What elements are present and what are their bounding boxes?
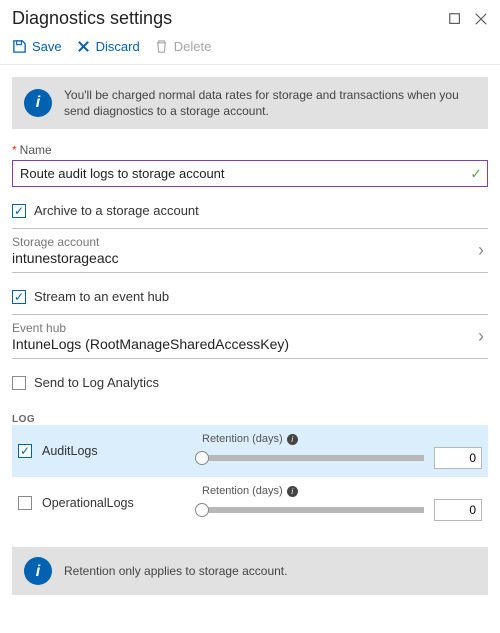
storage-picker-label: Storage account — [12, 235, 119, 249]
archive-checkbox-row[interactable]: ✓ Archive to a storage account — [12, 203, 488, 218]
info-icon[interactable]: i — [287, 486, 298, 497]
valid-check-icon: ✓ — [470, 165, 482, 182]
info-text-top: You'll be charged normal data rates for … — [64, 87, 476, 119]
restore-window-icon[interactable] — [448, 12, 462, 26]
retention-slider[interactable] — [202, 507, 424, 513]
retention-slider[interactable] — [202, 455, 424, 461]
log-analytics-checkbox-row[interactable]: Send to Log Analytics — [12, 375, 488, 390]
log-analytics-checkbox[interactable] — [12, 376, 26, 390]
log-row-auditlogs: ✓ AuditLogs Retention (days) i — [12, 425, 488, 477]
retention-input[interactable] — [434, 447, 482, 469]
info-icon[interactable]: i — [287, 434, 298, 445]
log-name: AuditLogs — [42, 444, 192, 458]
info-banner-bottom: i Retention only applies to storage acco… — [12, 547, 488, 595]
stream-checkbox-row[interactable]: ✓ Stream to an event hub — [12, 289, 488, 304]
info-text-bottom: Retention only applies to storage accoun… — [64, 563, 287, 579]
stream-label: Stream to an event hub — [34, 289, 169, 304]
save-button[interactable]: Save — [12, 39, 62, 54]
name-input[interactable] — [13, 161, 487, 186]
eventhub-picker-value: IntuneLogs (RootManageSharedAccessKey) — [12, 336, 289, 352]
archive-checkbox[interactable]: ✓ — [12, 204, 26, 218]
chevron-right-icon: › — [474, 326, 488, 347]
archive-label: Archive to a storage account — [34, 203, 199, 218]
discard-button[interactable]: Discard — [76, 39, 140, 54]
log-row-operationallogs: OperationalLogs Retention (days) i — [12, 477, 488, 529]
name-label: *Name — [12, 143, 488, 157]
storage-account-picker[interactable]: Storage account intunestorageacc › — [12, 228, 488, 273]
info-banner-top: i You'll be charged normal data rates fo… — [12, 77, 488, 129]
log-name: OperationalLogs — [42, 496, 192, 510]
delete-button: Delete — [154, 39, 212, 54]
event-hub-picker[interactable]: Event hub IntuneLogs (RootManageSharedAc… — [12, 314, 488, 359]
chevron-right-icon: › — [474, 240, 488, 261]
save-label: Save — [32, 39, 62, 54]
close-icon[interactable] — [474, 12, 488, 26]
eventhub-picker-label: Event hub — [12, 321, 289, 335]
discard-icon — [76, 39, 91, 54]
retention-label: Retention (days) i — [202, 433, 482, 445]
operationallogs-checkbox[interactable] — [18, 496, 32, 510]
retention-input[interactable] — [434, 499, 482, 521]
info-icon: i — [24, 557, 52, 585]
stream-checkbox[interactable]: ✓ — [12, 290, 26, 304]
retention-label: Retention (days) i — [202, 485, 482, 497]
command-bar: Save Discard Delete — [12, 33, 488, 64]
log-section-heading: LOG — [12, 414, 488, 425]
blade-header: Diagnostics settings — [12, 8, 488, 33]
divider — [0, 64, 500, 65]
page-title: Diagnostics settings — [12, 8, 172, 29]
info-icon: i — [24, 89, 52, 117]
storage-picker-value: intunestorageacc — [12, 250, 119, 266]
log-analytics-label: Send to Log Analytics — [34, 375, 159, 390]
discard-label: Discard — [96, 39, 140, 54]
save-icon — [12, 39, 27, 54]
delete-label: Delete — [174, 39, 212, 54]
auditlogs-checkbox[interactable]: ✓ — [18, 444, 32, 458]
delete-icon — [154, 39, 169, 54]
